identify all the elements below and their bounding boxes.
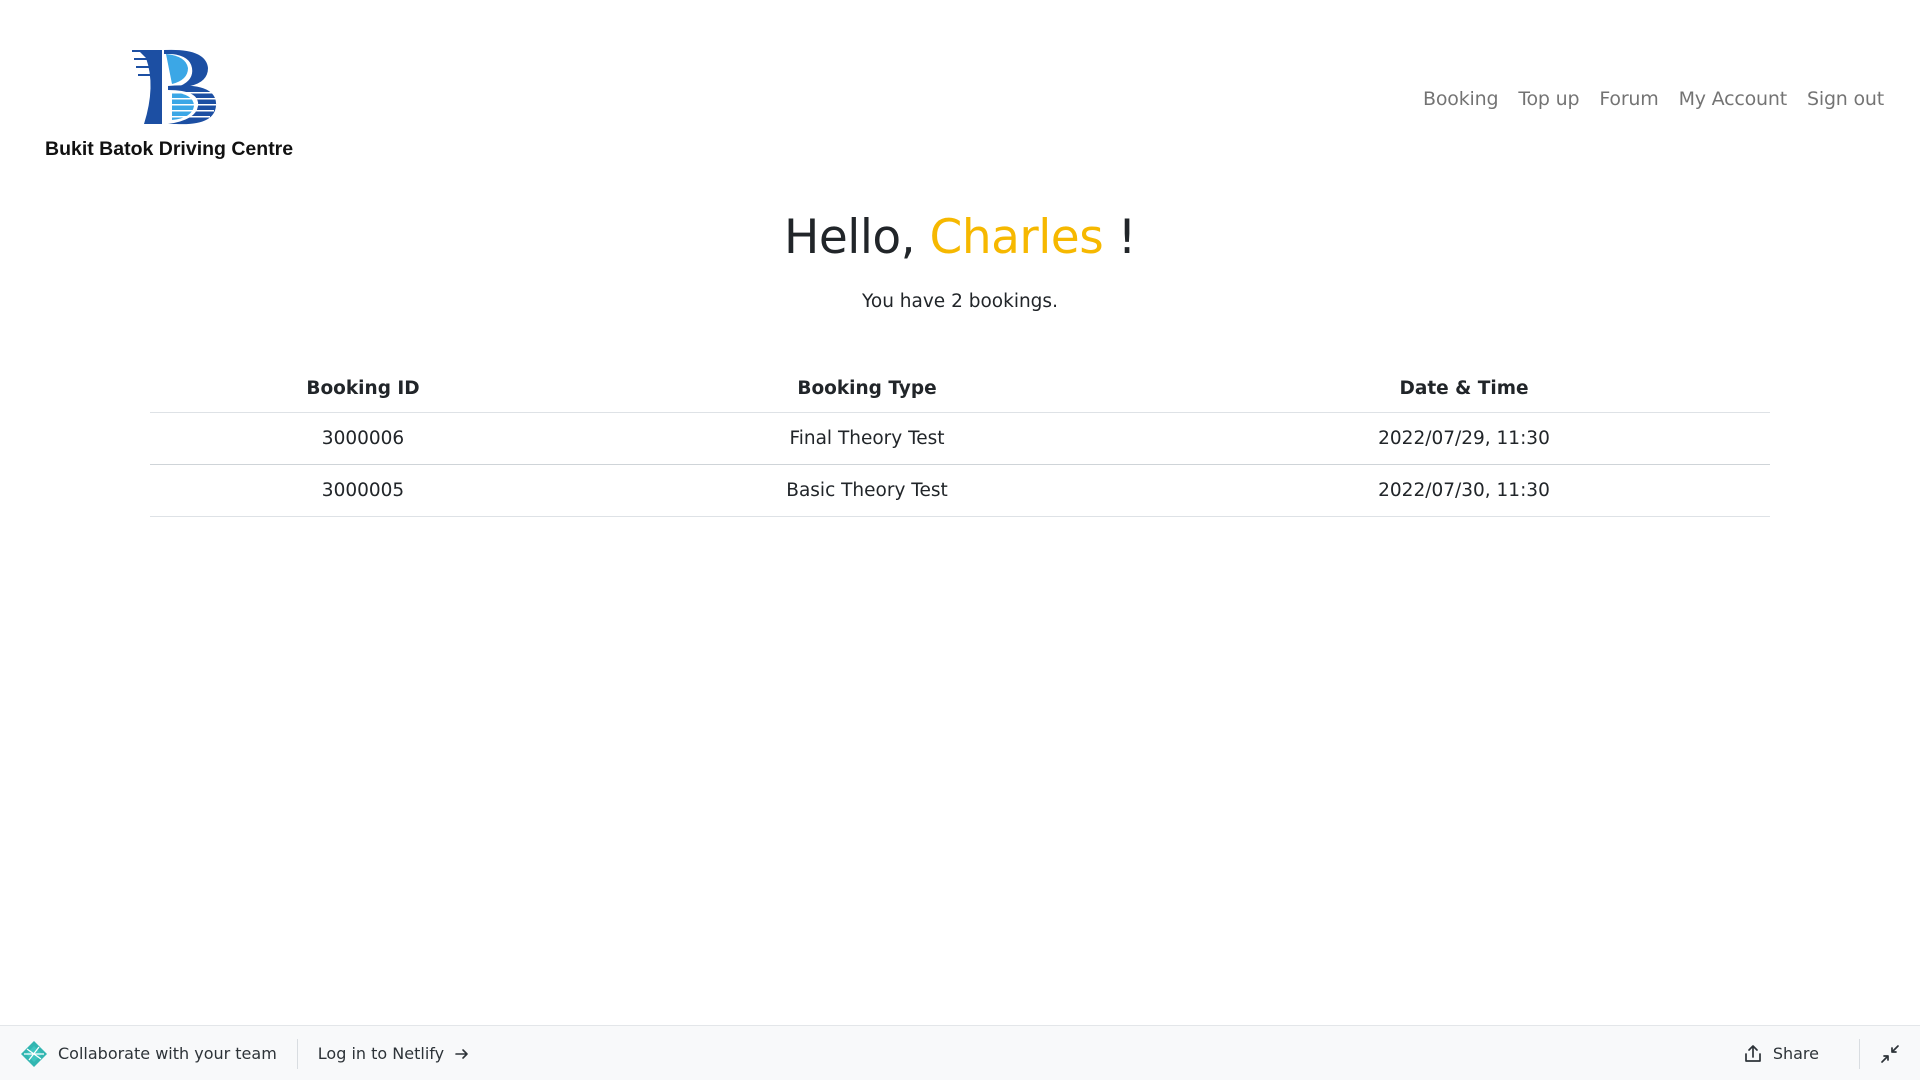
cell-booking-id: 3000005 (150, 464, 576, 517)
header-date-time: Date & Time (1158, 365, 1770, 413)
login-netlify-button[interactable]: Log in to Netlify (318, 1044, 470, 1063)
greeting-suffix: ! (1103, 210, 1137, 265)
share-icon (1743, 1044, 1763, 1064)
nav-top-up[interactable]: Top up (1508, 88, 1589, 110)
netlify-logo-icon (20, 1040, 48, 1068)
login-label: Log in to Netlify (317, 1044, 445, 1063)
netlify-drawer-bar: Collaborate with your team Log in to Net… (0, 1025, 1920, 1080)
bookings-table-wrapper: Booking ID Booking Type Date & Time 3000… (150, 365, 1770, 517)
cell-date-time: 2022/07/29, 11:30 (1158, 412, 1770, 465)
header-booking-id: Booking ID (150, 365, 576, 413)
site-header: Bukit Batok Driving Centre Booking Top u… (0, 0, 1920, 175)
header-booking-type: Booking Type (576, 365, 1158, 413)
greeting-prefix: Hello, (784, 210, 930, 265)
main-nav: Booking Top up Forum My Account Sign out (1413, 88, 1894, 110)
cell-booking-type: Final Theory Test (576, 412, 1158, 465)
bookings-summary: You have 2 bookings. (862, 291, 1058, 312)
arrow-right-icon (454, 1046, 470, 1062)
cell-booking-id: 3000006 (150, 412, 576, 465)
collaborate-button[interactable]: Collaborate with your team (20, 1040, 277, 1068)
nav-my-account[interactable]: My Account (1669, 88, 1797, 110)
page: Bukit Batok Driving Centre Booking Top u… (0, 0, 1920, 1080)
table-row: 3000005 Basic Theory Test 2022/07/30, 11… (150, 464, 1770, 517)
table-row: 3000006 Final Theory Test 2022/07/29, 11… (150, 412, 1770, 465)
greeting-heading: Hello, Charles ! (0, 210, 1920, 265)
brand-name: Bukit Batok Driving Centre (45, 138, 294, 160)
nav-sign-out[interactable]: Sign out (1797, 88, 1894, 110)
share-button[interactable]: Share (1743, 1044, 1819, 1064)
nav-booking[interactable]: Booking (1413, 88, 1508, 110)
collapse-button[interactable] (1880, 1044, 1900, 1064)
nav-forum[interactable]: Forum (1589, 88, 1668, 110)
cell-booking-type: Basic Theory Test (576, 464, 1158, 517)
bbdc-logo-icon (128, 46, 228, 126)
brand-link[interactable]: Bukit Batok Driving Centre (40, 46, 310, 166)
collaborate-label: Collaborate with your team (58, 1044, 277, 1063)
collapse-icon (1880, 1044, 1900, 1064)
greeting-username: Charles (929, 210, 1104, 265)
bookings-table: Booking ID Booking Type Date & Time 3000… (150, 365, 1770, 517)
table-header-row: Booking ID Booking Type Date & Time (150, 365, 1770, 413)
netlify-bar-left: Collaborate with your team Log in to Net… (20, 1026, 470, 1080)
bar-divider (296, 1038, 298, 1069)
netlify-bar-right: Share (1743, 1026, 1900, 1080)
bar-divider (1859, 1038, 1860, 1069)
main-content: Hello, Charles ! You have 2 bookings. Bo… (0, 200, 1920, 517)
share-label: Share (1772, 1044, 1819, 1063)
cell-date-time: 2022/07/30, 11:30 (1158, 464, 1770, 517)
